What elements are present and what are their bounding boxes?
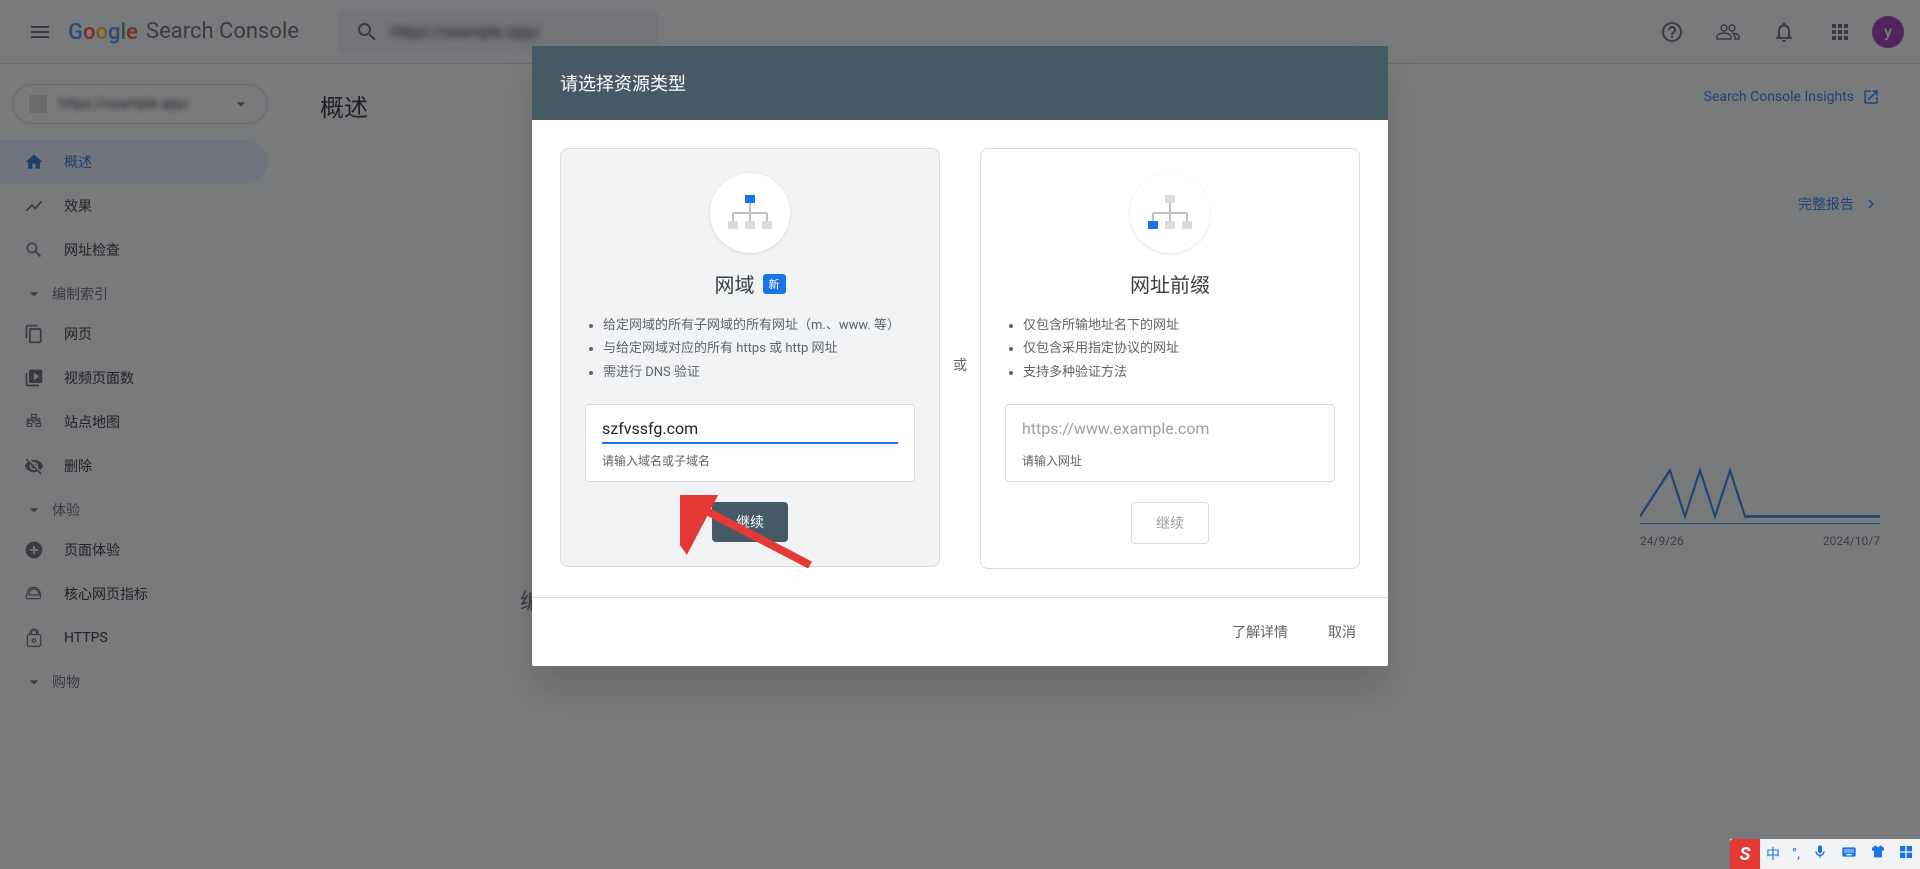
dialog-title: 请选择资源类型 [532,46,1388,120]
ime-skin-icon[interactable] [1864,844,1892,864]
domain-card-points: 给定网域的所有子网域的所有网址（m.、www. 等） 与给定网域对应的所有 ht… [585,314,915,384]
domain-input[interactable] [602,419,898,444]
domain-input-wrap: 请输入域名或子域名 [585,404,915,482]
learn-more-button[interactable]: 了解详情 [1224,614,1296,650]
url-continue-button[interactable]: 继续 [1131,502,1209,544]
url-card-title: 网址前缀 [1005,269,1335,298]
dialog-body: 网域新 给定网域的所有子网域的所有网址（m.、www. 等） 与给定网域对应的所… [532,120,1388,597]
ime-lang[interactable]: 中 [1760,844,1786,864]
url-input-wrap: 请输入网址 [1005,404,1335,482]
domain-input-hint: 请输入域名或子域名 [602,452,898,469]
domain-icon [710,173,790,253]
url-card-points: 仅包含所输地址名下的网址 仅包含采用指定协议的网址 支持多种验证方法 [1005,314,1335,384]
new-badge: 新 [763,274,786,294]
domain-continue-button[interactable]: 继续 [712,502,788,542]
url-prefix-icon [1130,173,1210,253]
ime-punct-icon[interactable]: °, [1786,846,1806,862]
url-prefix-card[interactable]: 网址前缀 仅包含所输地址名下的网址 仅包含采用指定协议的网址 支持多种验证方法 … [980,148,1360,569]
url-input[interactable] [1022,419,1318,444]
ime-logo-icon[interactable]: S [1730,839,1760,869]
ime-mic-icon[interactable] [1806,844,1834,864]
ime-bar: S 中 °, [1730,839,1920,869]
or-divider: 或 [953,355,967,375]
dialog-footer: 了解详情 取消 [532,597,1388,666]
ime-tools-icon[interactable] [1892,844,1920,864]
ime-keyboard-icon[interactable] [1834,844,1864,864]
domain-card-title: 网域新 [585,269,915,298]
property-type-dialog: 请选择资源类型 网域新 给定网域的所有子网域的所有网址（m.、www. 等） 与… [532,46,1388,666]
domain-card[interactable]: 网域新 给定网域的所有子网域的所有网址（m.、www. 等） 与给定网域对应的所… [560,148,940,567]
cancel-button[interactable]: 取消 [1320,614,1364,650]
url-input-hint: 请输入网址 [1022,452,1318,469]
